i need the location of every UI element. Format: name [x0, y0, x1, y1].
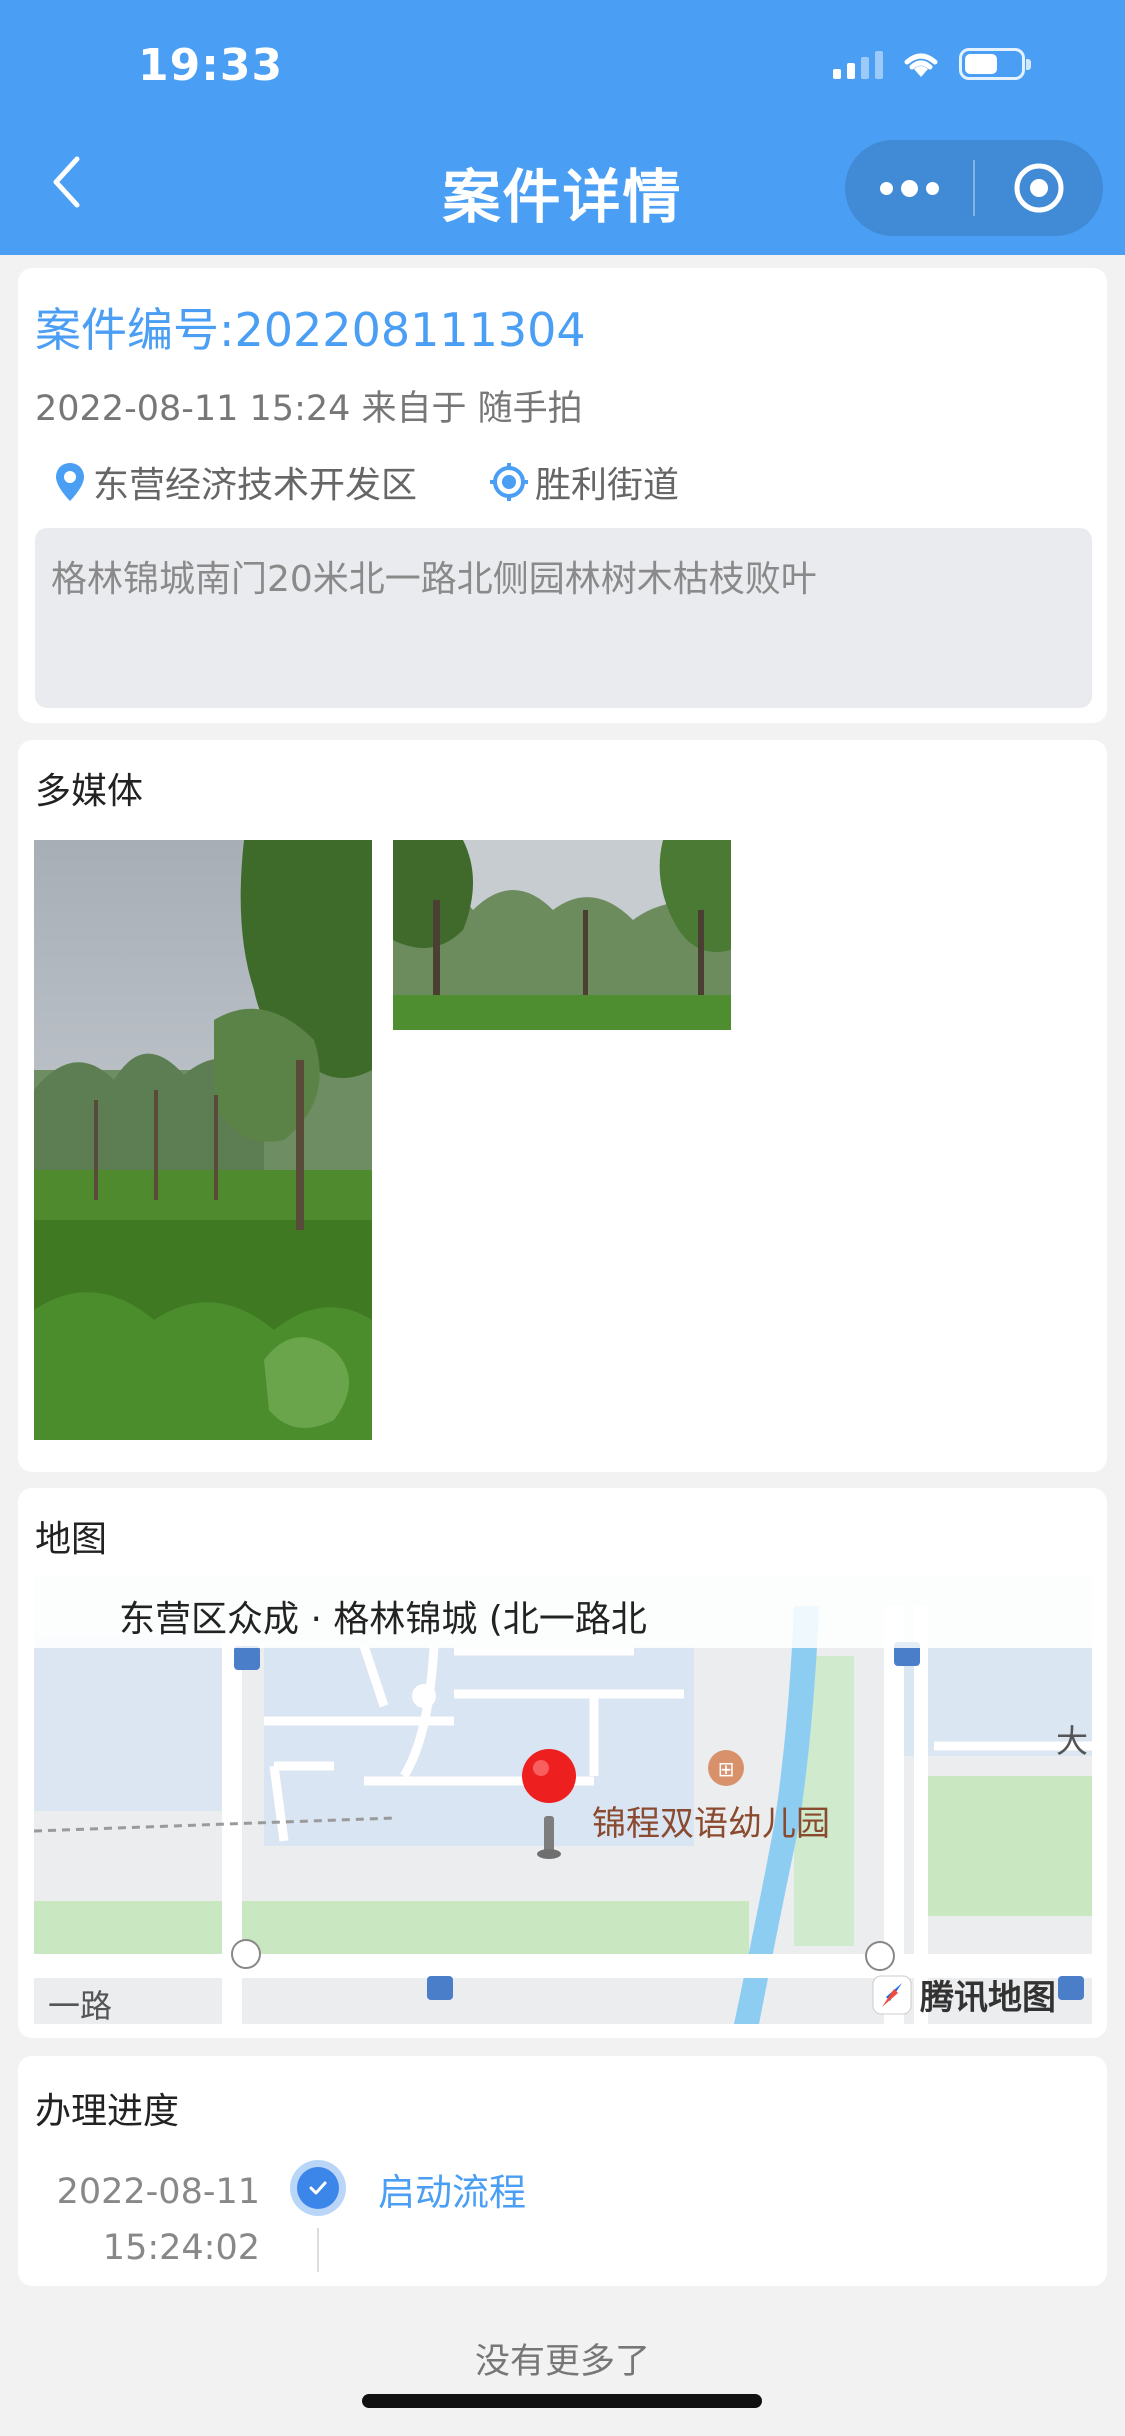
- map-edge-label: 大: [1056, 1722, 1089, 1760]
- status-icons: [833, 48, 1031, 80]
- timeline-line: [317, 2228, 319, 2272]
- map-card: 地图 ⊞ 东营区众成 · 格林锦城 (北一路北 锦程双语幼儿园 一路 大 腾讯地…: [18, 1488, 1107, 2038]
- timeline-date: 2022-08-11: [56, 2172, 260, 2212]
- status-time: 19:33: [138, 40, 284, 91]
- battery-icon: [959, 48, 1031, 80]
- media-photo[interactable]: [34, 840, 372, 1440]
- cellular-signal-icon: [833, 49, 883, 79]
- map-road-label: 一路: [48, 1987, 113, 2024]
- street-tag: 胜利街道: [489, 456, 679, 508]
- nav-header: 19:33 案件详情: [0, 0, 1125, 255]
- map-address-label: 东营区众成 · 格林锦城 (北一路北: [34, 1576, 1092, 1648]
- district-label: 东营经济技术开发区: [93, 465, 418, 506]
- map-brand: 腾讯地图: [872, 1970, 1056, 2019]
- case-description: 格林锦城南门20米北一路北侧园林树木枯枝败叶: [35, 528, 1092, 708]
- map-view[interactable]: ⊞ 东营区众成 · 格林锦城 (北一路北 锦程双语幼儿园 一路 大 腾讯地图: [34, 1576, 1092, 2024]
- media-photo[interactable]: [393, 840, 731, 1030]
- map-brand-label: 腾讯地图: [920, 1978, 1056, 2018]
- location-target-icon: [490, 463, 529, 501]
- case-number: 案件编号:202208111304: [35, 303, 586, 357]
- timeline-datetime: 2022-08-11 15:24:02: [57, 2164, 260, 2276]
- compass-logo-icon: [872, 1975, 912, 2014]
- check-icon: [309, 2181, 327, 2195]
- media-card: 多媒体: [18, 740, 1107, 1472]
- progress-card: 办理进度 2022-08-11 15:24:02 启动流程: [18, 2056, 1107, 2286]
- map-pin-icon: [56, 463, 84, 501]
- map-title: 地图: [35, 1519, 108, 1560]
- more-dots-icon: [879, 179, 939, 197]
- wifi-icon: [904, 53, 938, 77]
- close-button[interactable]: [975, 140, 1103, 236]
- no-more-text: 没有更多了: [474, 2342, 650, 2382]
- svg-text:⊞: ⊞: [718, 1757, 735, 1781]
- home-indicator: [362, 2394, 762, 2408]
- more-button[interactable]: [845, 140, 973, 236]
- street-label: 胜利街道: [535, 465, 680, 506]
- media-title: 多媒体: [35, 771, 144, 812]
- case-info-card: 案件编号:202208111304 2022-08-11 15:24 来自于 随…: [18, 268, 1107, 723]
- target-close-icon: [1014, 163, 1064, 213]
- district-tag: 东营经济技术开发区: [53, 456, 417, 508]
- progress-title: 办理进度: [35, 2091, 180, 2132]
- case-meta: 2022-08-11 15:24 来自于 随手拍: [35, 389, 583, 429]
- timeline-time: 15:24:02: [102, 2228, 260, 2268]
- timeline-step: 启动流程: [378, 2171, 526, 2214]
- location-row: 东营经济技术开发区 胜利街道: [53, 456, 751, 508]
- timeline-node: [290, 2160, 346, 2216]
- mini-program-capsule: [845, 140, 1103, 236]
- map-poi-label: 锦程双语幼儿园: [592, 1804, 830, 1844]
